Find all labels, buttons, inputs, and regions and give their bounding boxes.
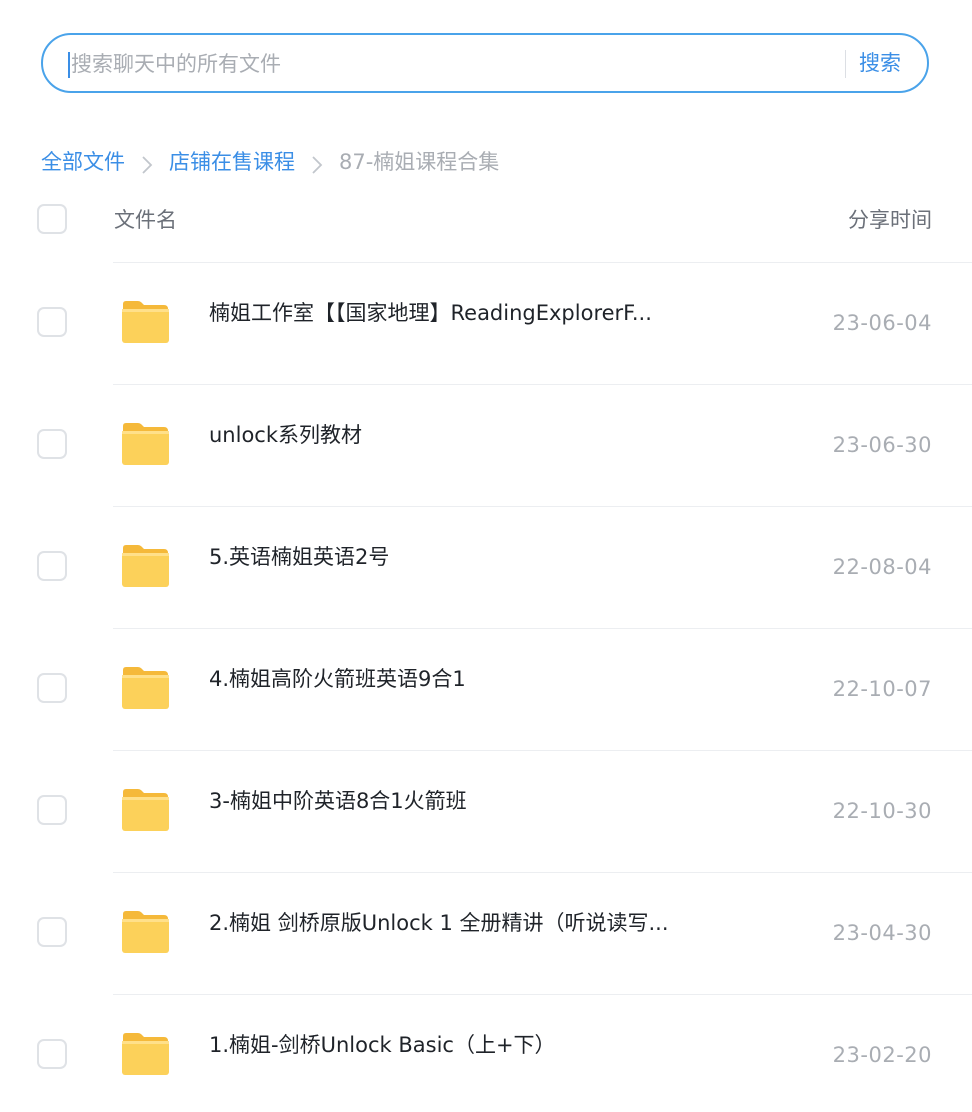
file-row[interactable]: 4.楠姐高阶火箭班英语9合1 22-10-07 (0, 628, 972, 750)
file-checkbox[interactable] (37, 673, 67, 703)
select-all-checkbox[interactable] (37, 204, 67, 234)
chevron-right-icon (137, 146, 159, 178)
file-name: 1.楠姐-剑桥Unlock Basic（上+下） (209, 1033, 556, 1057)
search-bar: 搜索 (41, 33, 929, 93)
file-name: 2.楠姐 剑桥原版Unlock 1 全册精讲（听说读写... (209, 911, 669, 935)
file-checkbox[interactable] (37, 429, 67, 459)
file-name: 4.楠姐高阶火箭班英语9合1 (209, 667, 466, 691)
folder-icon (122, 667, 169, 709)
file-share-time: 22-08-04 (832, 555, 932, 579)
file-name: 楠姐工作室【【国家地理】ReadingExplorerF... (209, 301, 652, 325)
file-checkbox[interactable] (37, 1039, 67, 1069)
file-checkbox[interactable] (37, 917, 67, 947)
folder-icon (122, 789, 169, 831)
row-divider (113, 872, 972, 873)
file-checkbox[interactable] (37, 551, 67, 581)
file-row[interactable]: 2.楠姐 剑桥原版Unlock 1 全册精讲（听说读写... 23-04-30 (0, 872, 972, 994)
row-divider (113, 994, 972, 995)
file-row[interactable]: 楠姐工作室【【国家地理】ReadingExplorerF... 23-06-04 (0, 262, 972, 384)
file-name: 3-楠姐中阶英语8合1火箭班 (209, 789, 467, 813)
file-share-time: 22-10-07 (832, 677, 932, 701)
file-checkbox[interactable] (37, 307, 67, 337)
file-list: 楠姐工作室【【国家地理】ReadingExplorerF... 23-06-04… (0, 262, 972, 1112)
folder-icon (122, 301, 169, 343)
file-row[interactable]: 1.楠姐-剑桥Unlock Basic（上+下） 23-02-20 (0, 994, 972, 1112)
text-caret (68, 52, 70, 78)
table-header: 文件名 分享时间 (0, 197, 972, 245)
search-divider (845, 50, 846, 78)
file-browser-page: 搜索 全部文件 店铺在售课程 87-楠姐课程合集 文件名 分享时间 楠姐工作室【… (0, 0, 972, 1112)
row-divider (113, 506, 972, 507)
file-checkbox[interactable] (37, 795, 67, 825)
file-name: 5.英语楠姐英语2号 (209, 545, 390, 569)
row-divider (113, 262, 972, 263)
breadcrumb-item-all-files[interactable]: 全部文件 (41, 146, 125, 178)
file-share-time: 23-04-30 (832, 921, 932, 945)
breadcrumb-current: 87-楠姐课程合集 (339, 150, 500, 174)
file-share-time: 22-10-30 (832, 799, 932, 823)
folder-icon (122, 911, 169, 953)
search-input[interactable] (71, 47, 831, 81)
chevron-right-icon (307, 146, 329, 178)
file-share-time: 23-02-20 (832, 1043, 932, 1067)
column-header-share-time[interactable]: 分享时间 (848, 205, 932, 235)
file-row[interactable]: 5.英语楠姐英语2号 22-08-04 (0, 506, 972, 628)
file-row[interactable]: 3-楠姐中阶英语8合1火箭班 22-10-30 (0, 750, 972, 872)
file-name: unlock系列教材 (209, 423, 363, 447)
file-share-time: 23-06-30 (832, 433, 932, 457)
folder-icon (122, 545, 169, 587)
folder-icon (122, 423, 169, 465)
search-button[interactable]: 搜索 (859, 48, 901, 78)
breadcrumb: 全部文件 店铺在售课程 87-楠姐课程合集 (41, 146, 499, 178)
file-share-time: 23-06-04 (832, 311, 932, 335)
row-divider (113, 750, 972, 751)
file-row[interactable]: unlock系列教材 23-06-30 (0, 384, 972, 506)
column-header-name[interactable]: 文件名 (114, 205, 177, 235)
row-divider (113, 384, 972, 385)
folder-icon (122, 1033, 169, 1075)
row-divider (113, 628, 972, 629)
breadcrumb-item-shop-courses[interactable]: 店铺在售课程 (169, 146, 295, 178)
